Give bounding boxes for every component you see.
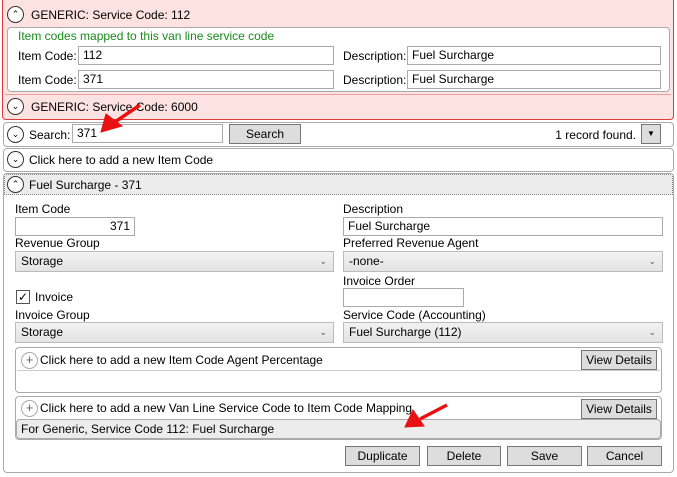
arrow-icon (100, 103, 141, 133)
annotation-arrows (100, 103, 448, 428)
arrow-icon (404, 403, 448, 428)
